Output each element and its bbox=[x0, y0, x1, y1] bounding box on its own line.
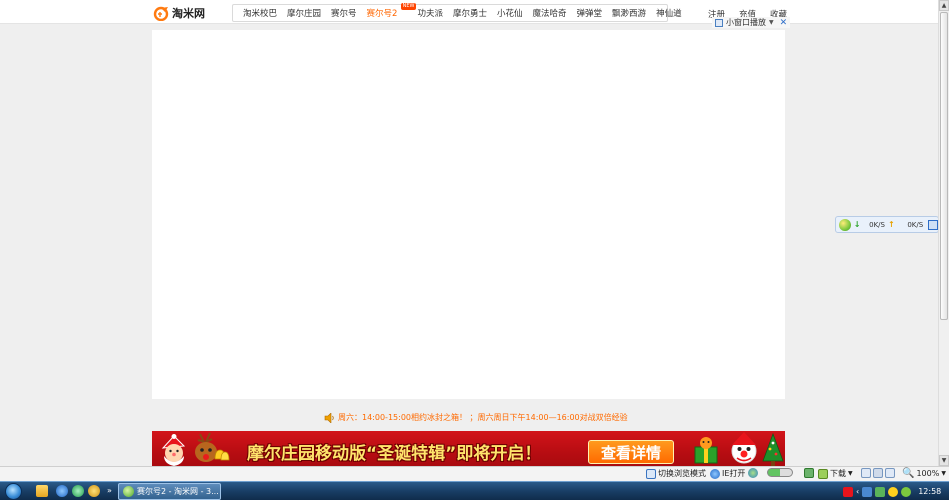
upload-arrow-icon: ↑ bbox=[888, 220, 895, 229]
nav-item-seer[interactable]: 赛尔号 bbox=[326, 7, 362, 19]
scrollbar-thumb[interactable] bbox=[940, 12, 948, 320]
ie-open-button[interactable]: IE打开 bbox=[710, 468, 745, 479]
ie-icon bbox=[710, 468, 720, 479]
nav-item-taomee-school-bus[interactable]: 淘米校巴 bbox=[238, 7, 282, 19]
qq-icon[interactable] bbox=[88, 485, 100, 497]
browser-mode-icon bbox=[646, 468, 656, 479]
start-button[interactable] bbox=[5, 483, 22, 500]
scroll-up-button[interactable]: ▲ bbox=[939, 0, 949, 11]
system-clock: 12:58 bbox=[918, 487, 942, 496]
tools-button[interactable] bbox=[804, 468, 814, 478]
ie-window-icon[interactable] bbox=[928, 219, 938, 230]
nav-item-ddtank[interactable]: 弹弹堂 bbox=[572, 7, 608, 19]
santa-icon bbox=[161, 434, 186, 466]
zoom-level: 100% bbox=[916, 469, 940, 478]
folder-icon[interactable] bbox=[36, 485, 48, 497]
nav-item-label: 赛尔号2 bbox=[366, 9, 398, 19]
chevron-down-icon: ▼ bbox=[848, 470, 853, 477]
input-method-icon[interactable] bbox=[843, 486, 853, 497]
ie-open-label: IE打开 bbox=[722, 469, 746, 478]
nav-item-mole-manor[interactable]: 摩尔庄园 bbox=[282, 7, 326, 19]
download-speed: 0K/S bbox=[869, 220, 885, 229]
nav-item-seer-2[interactable]: 赛尔号2 NEW bbox=[362, 3, 417, 19]
view-details-button[interactable]: 查看详情 bbox=[588, 440, 674, 464]
small-window-button[interactable]: 小窗口播放 bbox=[726, 17, 766, 28]
zoom-control[interactable]: 🔍 100% ▼ bbox=[902, 468, 946, 479]
switch-mode-button[interactable]: 切换浏览模式 bbox=[646, 468, 706, 479]
site-header: 淘米网 淘米校巴 摩尔庄园 赛尔号 赛尔号2 NEW 功夫派 摩尔勇士 小花仙 … bbox=[0, 0, 938, 24]
download-icon bbox=[818, 468, 828, 479]
logo-text: 淘米网 bbox=[172, 7, 205, 20]
print-icon[interactable] bbox=[873, 468, 883, 478]
download-arrow-icon: ↓ bbox=[853, 220, 861, 229]
taskbar-item-label: 赛尔号2 - 淘米网 - 3... bbox=[137, 487, 219, 496]
nav-item-mole-warrior[interactable]: 摩尔勇士 bbox=[448, 7, 492, 19]
accelerator-ball-icon bbox=[839, 218, 851, 231]
clown-icon bbox=[731, 432, 757, 464]
scroll-down-button[interactable]: ▼ bbox=[939, 455, 949, 466]
network-icon[interactable] bbox=[862, 486, 873, 497]
upload-speed: 0K/S bbox=[907, 220, 924, 229]
chevron-down-icon: ▼ bbox=[941, 470, 946, 477]
nav-item-shenxiandao[interactable]: 神仙道 bbox=[651, 7, 687, 19]
notice-text: 周六：14:00-15:00相约冰封之箱！ ；周六周日下午14:00—16:00… bbox=[338, 413, 628, 422]
switch-mode-label: 切换浏览模式 bbox=[658, 469, 706, 478]
taomee-logo-icon bbox=[153, 6, 169, 21]
chevron-down-icon[interactable]: ▼ bbox=[769, 19, 774, 26]
small-window-icon bbox=[715, 18, 723, 27]
chevron-left-icon[interactable]: ‹ bbox=[856, 487, 859, 496]
nav-item-magic-hachi[interactable]: 魔法哈奇 bbox=[528, 7, 572, 19]
toggle-switch-icon bbox=[767, 468, 793, 477]
speaker-icon bbox=[324, 412, 334, 423]
download-button[interactable]: 下载 ▼ bbox=[818, 468, 853, 479]
browser-quicklaunch-icon[interactable] bbox=[72, 485, 84, 497]
game-nav: 淘米校巴 摩尔庄园 赛尔号 赛尔号2 NEW 功夫派 摩尔勇士 小花仙 魔法哈奇… bbox=[232, 3, 682, 22]
game-canvas[interactable] bbox=[152, 30, 785, 399]
globe-icon bbox=[748, 468, 758, 478]
event-notice: 周六：14:00-15:00相约冰封之箱！ ；周六周日下午14:00—16:00… bbox=[324, 412, 628, 423]
download-label: 下载 bbox=[830, 469, 846, 478]
nav-item-piaomiao-xiyou[interactable]: 飘渺西游 bbox=[607, 7, 651, 19]
zoom-icon: 🔍 bbox=[902, 468, 915, 479]
bell-icon bbox=[214, 449, 230, 461]
ie-quicklaunch-icon[interactable] bbox=[56, 485, 68, 497]
speed-monitor-widget[interactable]: ↓ 0K/S ↑ 0K/S bbox=[835, 216, 938, 233]
globe-button[interactable] bbox=[748, 468, 758, 478]
speed-toggle[interactable] bbox=[767, 468, 793, 477]
status-tool-icons bbox=[861, 468, 895, 478]
page-icon[interactable] bbox=[861, 468, 871, 478]
browser-viewport: 淘米网 淘米校巴 摩尔庄园 赛尔号 赛尔号2 NEW 功夫派 摩尔勇士 小花仙 … bbox=[0, 0, 938, 466]
shield-tray-icon[interactable] bbox=[875, 486, 886, 497]
close-icon[interactable]: ✕ bbox=[780, 18, 788, 28]
christmas-tree-icon bbox=[762, 433, 784, 466]
nav-item-kungfu[interactable]: 功夫派 bbox=[412, 7, 448, 19]
small-window-control: 小窗口播放 ▼ ✕ bbox=[712, 17, 791, 28]
banner-headline: 摩尔庄园移动版“圣诞特辑”即将开启！ bbox=[247, 444, 542, 464]
volume-icon[interactable] bbox=[885, 468, 895, 478]
accelerator-tray-icon[interactable] bbox=[901, 486, 912, 497]
promo-banner[interactable]: 摩尔庄园移动版“圣诞特辑”即将开启！ 查看详情 bbox=[152, 431, 785, 466]
nav-item-flower-fairy[interactable]: 小花仙 bbox=[492, 7, 528, 19]
site-logo[interactable]: 淘米网 bbox=[153, 5, 205, 21]
browser-app-icon bbox=[123, 486, 134, 497]
windows-taskbar: » 赛尔号2 - 淘米网 - 3... ‹ 12:58 bbox=[0, 481, 949, 500]
vertical-scrollbar[interactable]: ▲ ▼ bbox=[938, 0, 949, 466]
system-tray: ‹ 12:58 bbox=[843, 483, 941, 500]
shield-icon bbox=[804, 468, 814, 478]
chevron-right-icon[interactable]: » bbox=[107, 486, 112, 495]
taskbar-item-browser[interactable]: 赛尔号2 - 淘米网 - 3... bbox=[118, 483, 221, 500]
browser-status-bar: 切换浏览模式 IE打开 下载 ▼ 🔍 100% ▼ bbox=[0, 466, 949, 481]
security-tray-icon[interactable] bbox=[888, 486, 899, 497]
gift-icon bbox=[694, 437, 718, 464]
